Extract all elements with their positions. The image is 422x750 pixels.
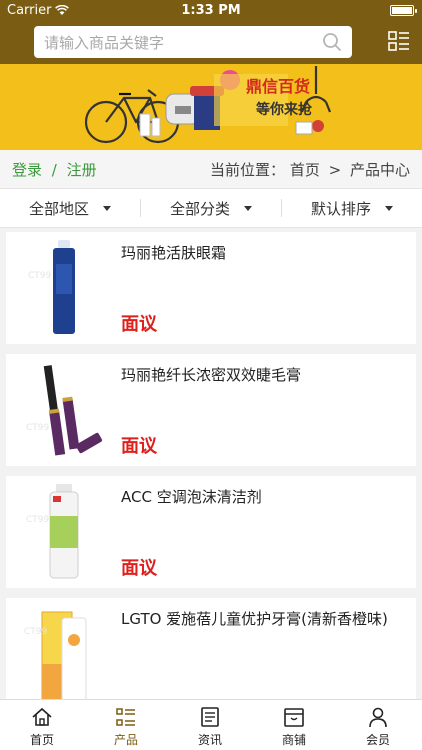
- filter-region-label: 全部地区: [28, 199, 89, 218]
- product-image-cleaner: CT99: [26, 484, 79, 579]
- breadcrumb-home-link[interactable]: 首页: [290, 161, 320, 179]
- tab-shops-label: 商铺: [281, 733, 306, 747]
- product-card[interactable]: CT99 玛丽艳活肤眼霜 面议: [6, 232, 416, 344]
- breadcrumb-arrow: >: [328, 161, 342, 179]
- home-icon: [32, 707, 52, 726]
- tab-shops[interactable]: 商铺: [252, 704, 336, 750]
- product-title: 玛丽艳纤长浓密双效睫毛膏: [121, 366, 302, 384]
- breadcrumb-current: 产品中心: [349, 161, 410, 179]
- product-price: 面议: [121, 558, 157, 579]
- search-icon[interactable]: [322, 32, 342, 52]
- product-title: LGTO 爱施蓓儿童优护牙膏(清新香橙味): [121, 610, 388, 628]
- user-icon: [369, 707, 387, 728]
- tab-news[interactable]: 资讯: [168, 704, 252, 750]
- product-card[interactable]: CT99 ACC 空调泡沫清洁剂 面议: [6, 476, 416, 588]
- tab-member[interactable]: 会员: [336, 704, 420, 750]
- login-link[interactable]: 登录: [12, 161, 42, 179]
- svg-text:CT99: CT99: [24, 627, 48, 637]
- category-menu-icon[interactable]: [388, 30, 410, 52]
- product-card[interactable]: CT99 玛丽艳纤长浓密双效睫毛膏 面议: [6, 354, 416, 466]
- tab-member-label: 会员: [365, 733, 390, 747]
- product-price: 面议: [121, 436, 157, 457]
- svg-text:CT99: CT99: [26, 423, 50, 433]
- auth-links: 登录 / 注册: [12, 159, 97, 180]
- product-image-mascara: CT99: [26, 365, 103, 456]
- svg-text:CT99: CT99: [28, 271, 52, 281]
- search-placeholder: 请输入商品关键字: [44, 34, 165, 52]
- tab-products[interactable]: 产品: [84, 704, 168, 750]
- promo-banner[interactable]: 鼎信百货 等你来抢: [0, 64, 422, 150]
- filter-category[interactable]: 全部分类: [141, 189, 281, 227]
- filter-region[interactable]: 全部地区: [0, 189, 140, 227]
- auth-separator: /: [51, 161, 57, 179]
- status-bar: Carrier 1:33 PM: [0, 0, 422, 22]
- sub-bar: 登录 / 注册 当前位置： 首页 > 产品中心: [0, 150, 422, 188]
- product-list-icon: [116, 708, 135, 726]
- banner-line1: 鼎信百货: [246, 77, 310, 96]
- phone-icon: [295, 121, 313, 135]
- battery-icon: [390, 5, 417, 16]
- filter-sort-label: 默认排序: [310, 199, 371, 218]
- tab-products-label: 产品: [113, 733, 138, 747]
- caret-down-icon: [385, 205, 393, 211]
- register-link[interactable]: 注册: [67, 161, 97, 179]
- top-bar: Carrier 1:33 PM 请输入商品关键字: [0, 0, 422, 64]
- product-image-toothpaste: CT99: [24, 611, 87, 703]
- news-icon: [201, 707, 219, 727]
- filter-sort[interactable]: 默认排序: [282, 189, 422, 227]
- promo-banner-art: 鼎信百货 等你来抢: [0, 64, 422, 150]
- svg-text:CT99: CT99: [26, 515, 50, 525]
- product-title: ACC 空调泡沫清洁剂: [121, 488, 262, 506]
- product-image-eye-cream: CT99: [28, 240, 75, 334]
- caret-down-icon: [244, 205, 252, 211]
- bottle-icon: [139, 113, 151, 137]
- product-price: 面议: [121, 314, 157, 335]
- tab-news-label: 资讯: [197, 733, 222, 747]
- tab-home[interactable]: 首页: [0, 704, 84, 750]
- search-box[interactable]: 请输入商品关键字: [34, 26, 352, 58]
- shop-icon: [284, 708, 304, 727]
- bottom-tab-bar: 首页 产品 资讯 商铺 会员: [0, 699, 422, 750]
- status-time: 1:33 PM: [181, 3, 241, 18]
- filter-category-label: 全部分类: [169, 199, 230, 218]
- product-title: 玛丽艳活肤眼霜: [121, 244, 227, 262]
- product-card[interactable]: CT99 LGTO 爱施蓓儿童优护牙膏(清新香橙味): [6, 598, 416, 710]
- breadcrumb: 当前位置： 首页 > 产品中心: [210, 159, 410, 180]
- caret-down-icon: [103, 205, 111, 211]
- tab-home-label: 首页: [29, 733, 54, 747]
- breadcrumb-label: 当前位置：: [210, 161, 286, 179]
- filter-bar: 全部地区 全部分类 默认排序: [0, 188, 422, 228]
